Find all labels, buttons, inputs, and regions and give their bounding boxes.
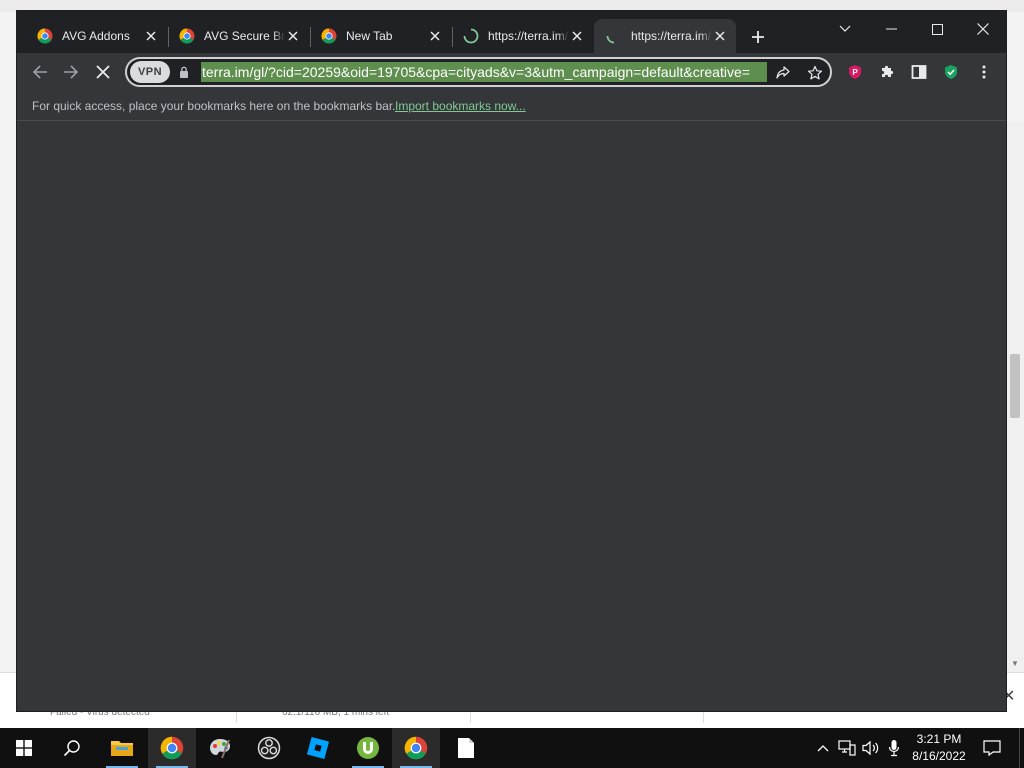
utorrent-icon[interactable] [344,728,392,768]
obs-studio-icon[interactable] [245,728,293,768]
roblox-studio-icon[interactable] [294,728,342,768]
extension-badge-text: P [852,67,858,77]
bookmarks-bar: For quick access, place your bookmarks h… [17,91,1006,121]
background-scrollbar-thumb[interactable] [1010,354,1020,418]
maximize-icon[interactable] [919,15,955,43]
tab-close-icon[interactable] [143,28,159,44]
tab-new-tab[interactable]: New Tab [309,19,451,53]
background-scrollbar[interactable]: ▼ [1006,122,1024,672]
tab-avg-addons[interactable]: AVG Addons [25,19,167,53]
loading-spinner-icon [606,35,615,44]
paint-palette-icon[interactable] [196,728,244,768]
vpn-toggle-button[interactable]: VPN [130,61,170,83]
notepad-document-icon[interactable] [442,728,490,768]
taskbar-clock[interactable]: 3:21 PM 8/16/2022 [905,731,973,765]
chrome-taskbar-icon[interactable] [148,728,196,768]
extensions-puzzle-icon[interactable] [878,63,896,81]
windows-taskbar: 3:21 PM 8/16/2022 [0,728,1024,768]
extension-p-icon[interactable]: P [846,63,864,81]
browser-menu-kebab-icon[interactable] [975,63,993,81]
chrome-icon [321,28,337,44]
tray-chevron-up-icon[interactable] [813,738,833,758]
loading-spinner-icon [463,28,479,44]
tab-terra-loading[interactable]: https://terra.im/gl/?cid=20259 [451,19,593,53]
chrome-icon [37,28,53,44]
page-content-blank[interactable] [17,122,1006,711]
tab-close-icon[interactable] [712,28,728,44]
tab-close-icon[interactable] [285,28,301,44]
avg-browser-taskbar-icon[interactable] [392,728,440,768]
start-windows-icon[interactable] [0,728,48,768]
lock-icon[interactable] [179,66,189,78]
tab-close-icon[interactable] [569,28,585,44]
tab-title: AVG Addons [62,29,130,43]
tab-title: AVG Secure Browser [204,29,285,43]
tab-close-icon[interactable] [427,28,443,44]
tab-terra-active[interactable]: https://terra.im/gl/?cid=20259 [594,19,736,53]
bookmarks-bar-hint: For quick access, place your bookmarks h… [32,99,396,113]
microphone-icon[interactable] [884,738,904,758]
network-icon[interactable] [837,738,857,758]
chrome-icon [179,28,195,44]
browser-toolbar: VPN terra.im/gl/?cid=20259&oid=19705&cpa… [17,53,1006,91]
side-panel-icon[interactable] [910,63,928,81]
url-text[interactable]: terra.im/gl/?cid=20259&oid=19705&cpa=cit… [201,62,767,82]
tab-title: https://terra.im/gl/?cid=20259 [488,29,569,43]
share-icon[interactable] [774,64,792,82]
stop-loading-icon[interactable] [91,60,115,84]
clock-date: 8/16/2022 [912,749,966,763]
show-desktop-button[interactable] [1019,728,1024,768]
new-tab-plus-icon[interactable] [748,27,768,47]
forward-arrow-icon[interactable] [59,60,83,84]
browser-window: AVG Addons AVG Secure Browser [17,11,1006,711]
tab-avg-secure-browser[interactable]: AVG Secure Browser [167,19,309,53]
search-icon[interactable] [48,728,96,768]
window-close-icon[interactable] [965,15,1001,43]
minimize-icon[interactable] [873,15,909,43]
scroll-down-arrow-icon[interactable]: ▼ [1011,659,1019,668]
avg-shield-icon[interactable] [942,63,960,81]
import-bookmarks-link[interactable]: Import bookmarks now... [395,99,526,113]
back-arrow-icon[interactable] [28,60,52,84]
tab-strip: AVG Addons AVG Secure Browser [17,11,1006,53]
action-center-notification-icon[interactable] [980,736,1004,760]
clock-time: 3:21 PM [916,732,962,746]
tab-title: https://terra.im/gl/?cid=20259 [631,29,712,43]
address-bar[interactable]: VPN terra.im/gl/?cid=20259&oid=19705&cpa… [125,57,832,87]
tab-search-chevron-down-icon[interactable] [827,15,863,43]
volume-icon[interactable] [861,738,881,758]
file-explorer-folder-icon[interactable] [98,728,146,768]
tab-title: New Tab [346,29,393,43]
bookmark-star-icon[interactable] [806,64,824,82]
